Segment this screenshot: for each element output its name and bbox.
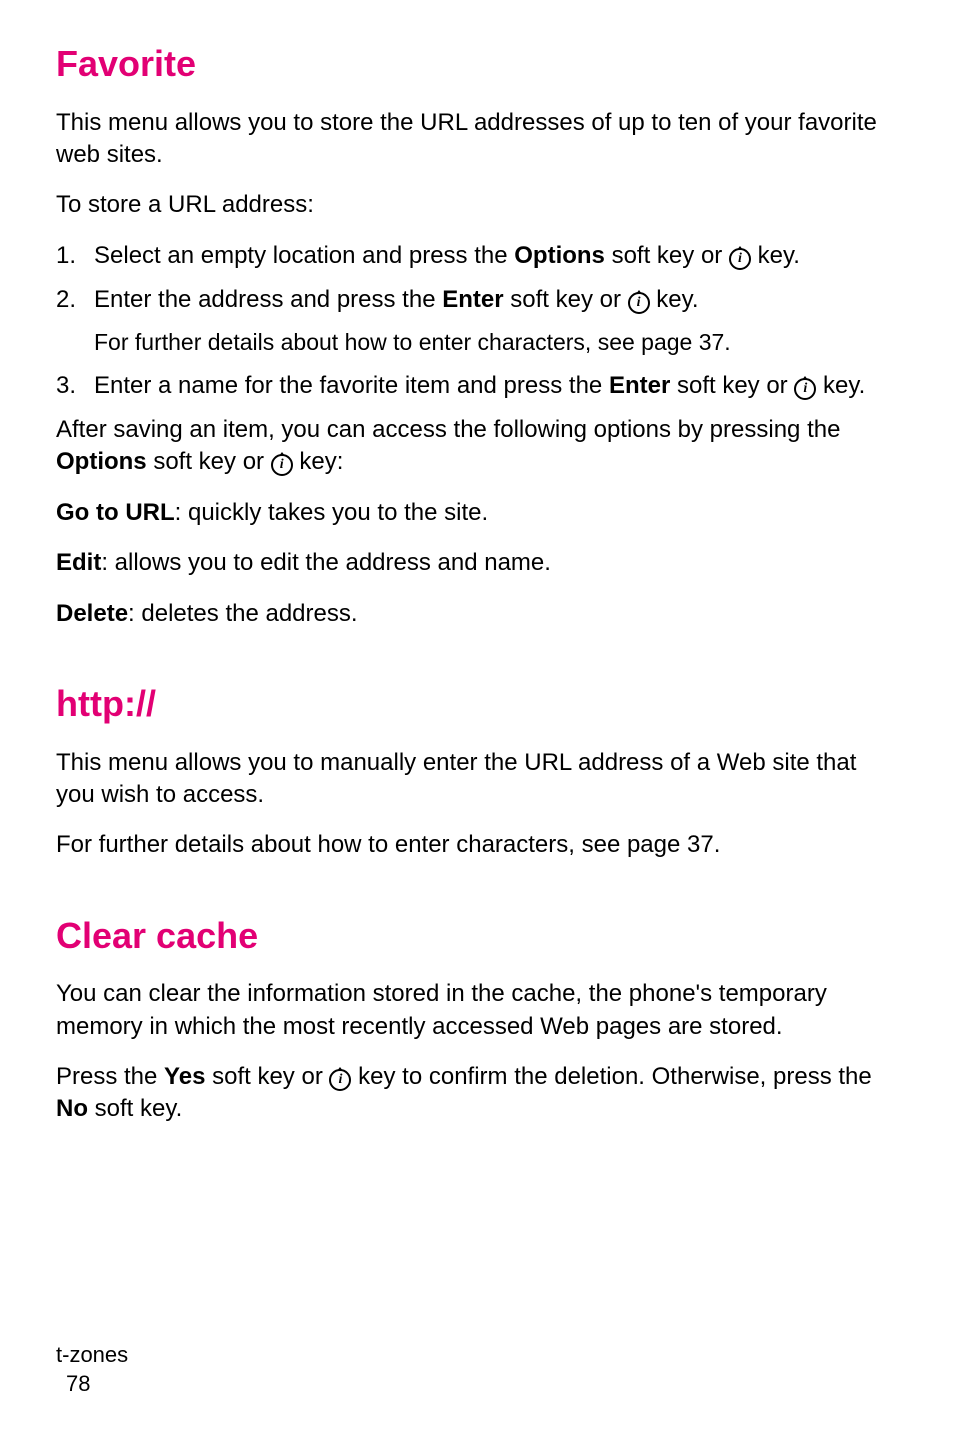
option-label: Delete bbox=[56, 600, 128, 627]
step-num: 3. bbox=[56, 370, 94, 402]
option-desc: : allows you to edit the address and nam… bbox=[101, 549, 551, 576]
option-delete: Delete: deletes the address. bbox=[56, 598, 898, 630]
step-num: 2. bbox=[56, 284, 94, 357]
favorite-steps: 1. Select an empty location and press th… bbox=[56, 240, 898, 402]
http-p2: For further details about how to enter c… bbox=[56, 829, 898, 861]
bold-no: No bbox=[56, 1095, 88, 1122]
clear-p2: Press the Yes soft key or i key to confi… bbox=[56, 1061, 898, 1126]
text: soft key or bbox=[670, 372, 794, 399]
info-key-icon: i bbox=[794, 378, 816, 400]
text: soft key or bbox=[605, 242, 729, 269]
option-go-to-url: Go to URL: quickly takes you to the site… bbox=[56, 497, 898, 529]
favorite-lead: To store a URL address: bbox=[56, 189, 898, 221]
option-desc: : quickly takes you to the site. bbox=[175, 499, 489, 526]
option-desc: : deletes the address. bbox=[128, 600, 357, 627]
step-body: Select an empty location and press the O… bbox=[94, 240, 898, 272]
text: soft key. bbox=[88, 1095, 182, 1122]
step-body: Enter the address and press the Enter so… bbox=[94, 284, 898, 357]
bold-enter: Enter bbox=[442, 286, 503, 313]
info-key-icon: i bbox=[729, 248, 751, 270]
bold-yes: Yes bbox=[164, 1063, 205, 1090]
heading-http: http:// bbox=[56, 680, 898, 729]
step-2: 2. Enter the address and press the Enter… bbox=[56, 284, 898, 357]
step-note: For further details about how to enter c… bbox=[94, 327, 898, 358]
info-key-icon: i bbox=[329, 1069, 351, 1091]
heading-favorite: Favorite bbox=[56, 40, 898, 89]
text: Enter the address and press the bbox=[94, 286, 442, 313]
text: Press the bbox=[56, 1063, 164, 1090]
info-key-icon: i bbox=[271, 454, 293, 476]
heading-clear-cache: Clear cache bbox=[56, 912, 898, 961]
step-1: 1. Select an empty location and press th… bbox=[56, 240, 898, 272]
step-body: Enter a name for the favorite item and p… bbox=[94, 370, 898, 402]
text: key to confirm the deletion. Otherwise, … bbox=[351, 1063, 871, 1090]
page-footer: t-zones 78 bbox=[56, 1340, 128, 1399]
after-save: After saving an item, you can access the… bbox=[56, 414, 898, 479]
footer-title: t-zones bbox=[56, 1340, 128, 1370]
text: key. bbox=[650, 286, 699, 313]
step-num: 1. bbox=[56, 240, 94, 272]
text: soft key or bbox=[147, 448, 271, 475]
bold-options: Options bbox=[56, 448, 147, 475]
info-key-icon: i bbox=[628, 292, 650, 314]
bold-enter: Enter bbox=[609, 372, 670, 399]
option-label: Go to URL bbox=[56, 499, 175, 526]
text: key: bbox=[293, 448, 344, 475]
step-3: 3. Enter a name for the favorite item an… bbox=[56, 370, 898, 402]
text: key. bbox=[751, 242, 800, 269]
clear-p1: You can clear the information stored in … bbox=[56, 978, 898, 1043]
http-p1: This menu allows you to manually enter t… bbox=[56, 747, 898, 812]
favorite-intro: This menu allows you to store the URL ad… bbox=[56, 107, 898, 172]
page-number: 78 bbox=[66, 1369, 128, 1399]
text: key. bbox=[816, 372, 865, 399]
option-edit: Edit: allows you to edit the address and… bbox=[56, 547, 898, 579]
text: After saving an item, you can access the… bbox=[56, 416, 840, 443]
bold-options: Options bbox=[514, 242, 605, 269]
text: soft key or bbox=[504, 286, 628, 313]
text: Select an empty location and press the bbox=[94, 242, 514, 269]
text: soft key or bbox=[205, 1063, 329, 1090]
text: Enter a name for the favorite item and p… bbox=[94, 372, 609, 399]
option-label: Edit bbox=[56, 549, 101, 576]
